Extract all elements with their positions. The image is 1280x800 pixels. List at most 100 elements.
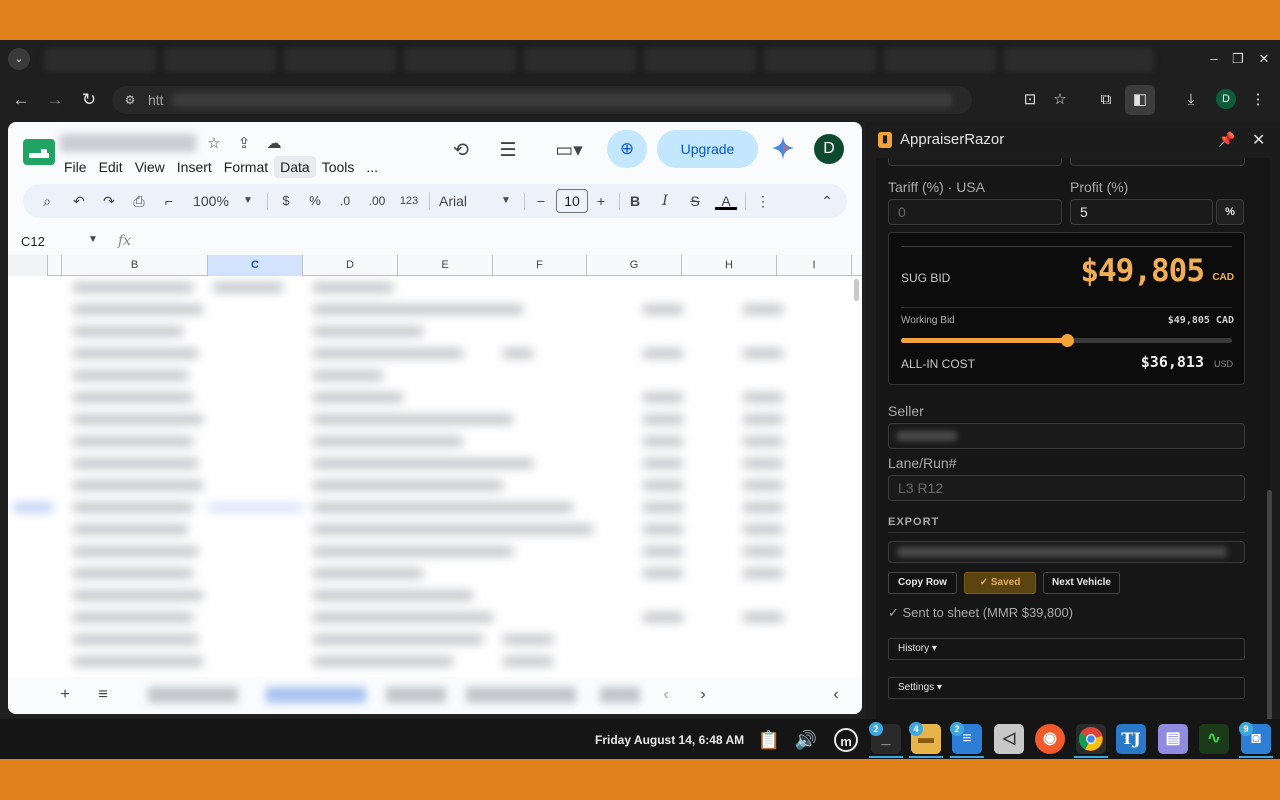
seller-input[interactable] bbox=[888, 423, 1245, 449]
sheet-tab[interactable] bbox=[148, 687, 238, 703]
scroll-tabs-left-icon[interactable]: ‹ bbox=[656, 685, 676, 705]
volume-icon[interactable]: 🔊 bbox=[794, 728, 818, 752]
document-title[interactable] bbox=[60, 134, 196, 152]
font-select[interactable]: Arial bbox=[439, 192, 479, 210]
column-header[interactable]: D bbox=[303, 255, 398, 276]
upgrade-button[interactable]: Upgrade bbox=[657, 130, 758, 168]
minimize-icon[interactable]: – bbox=[1204, 50, 1224, 68]
reload-icon[interactable]: ↻ bbox=[78, 89, 100, 111]
currency-format-button[interactable]: $ bbox=[278, 192, 294, 210]
menu-view[interactable]: View bbox=[129, 156, 171, 178]
column-header[interactable]: G bbox=[587, 255, 682, 276]
collapse-toolbar-icon[interactable]: ⌃ bbox=[819, 192, 835, 210]
clipboard-icon[interactable]: 📋 bbox=[757, 728, 781, 752]
back-arrow-icon[interactable]: ← bbox=[10, 89, 32, 111]
history-collapsible[interactable]: History ▾ bbox=[888, 638, 1245, 660]
system-monitor-app-icon[interactable]: ∿ bbox=[1199, 724, 1229, 754]
column-header[interactable]: F bbox=[493, 255, 587, 276]
version-history-icon[interactable]: ⟲ bbox=[448, 138, 474, 164]
decrease-decimal-button[interactable]: .0 bbox=[333, 192, 357, 210]
grid-vertical-scrollbar[interactable] bbox=[854, 279, 859, 301]
browser-tab[interactable] bbox=[284, 48, 396, 72]
cut-off-field[interactable] bbox=[1070, 158, 1245, 166]
share-button[interactable]: ⊕ bbox=[607, 130, 647, 168]
increase-decimal-button[interactable]: .00 bbox=[363, 192, 391, 210]
sheets-logo-icon[interactable] bbox=[23, 139, 55, 165]
print-icon[interactable]: ⎙ bbox=[129, 192, 149, 210]
tab-search-button[interactable]: ⌄ bbox=[8, 48, 30, 70]
meet-icon[interactable]: ▭▾ bbox=[548, 138, 590, 164]
strikethrough-icon[interactable]: S bbox=[686, 192, 704, 210]
media-app-icon[interactable]: ◁ bbox=[994, 724, 1024, 754]
side-panel-icon[interactable]: ◧ bbox=[1125, 85, 1155, 115]
browser-tab[interactable] bbox=[404, 48, 516, 72]
bookmark-star-icon[interactable]: ☆ bbox=[1049, 89, 1071, 111]
sheet-tab[interactable] bbox=[386, 687, 446, 703]
menu-edit[interactable]: Edit bbox=[93, 156, 129, 178]
star-icon[interactable]: ☆ bbox=[204, 135, 224, 153]
percent-format-button[interactable]: % bbox=[307, 192, 323, 210]
browser-tab[interactable] bbox=[1004, 48, 1154, 72]
mint-menu-icon[interactable]: m bbox=[834, 728, 858, 752]
forward-arrow-icon[interactable]: → bbox=[44, 89, 66, 111]
restore-icon[interactable]: ❐ bbox=[1228, 50, 1248, 68]
browser-tab[interactable] bbox=[644, 48, 756, 72]
explore-collapse-icon[interactable]: ‹ bbox=[826, 685, 846, 705]
browser-menu-icon[interactable]: ⋮ bbox=[1247, 89, 1269, 111]
taskbar-clock[interactable]: Friday August 14, 6:48 AM bbox=[595, 733, 744, 747]
number-format-button[interactable]: 123 bbox=[397, 192, 421, 210]
column-header-a[interactable] bbox=[48, 255, 62, 276]
menu-tools[interactable]: Tools bbox=[316, 156, 361, 178]
name-box-caret-icon[interactable]: ▼ bbox=[88, 234, 98, 245]
scroll-tabs-right-icon[interactable]: › bbox=[693, 685, 713, 705]
all-sheets-icon[interactable]: ≡ bbox=[93, 685, 113, 705]
slider-thumb[interactable] bbox=[1061, 334, 1074, 347]
close-window-icon[interactable]: ✕ bbox=[1254, 50, 1274, 68]
gemini-icon[interactable] bbox=[772, 136, 794, 160]
menu-more[interactable]: ... bbox=[360, 156, 384, 178]
name-box[interactable]: C12 bbox=[21, 234, 45, 249]
panel-scrollbar[interactable] bbox=[1267, 490, 1272, 737]
saved-button[interactable]: ✓ Saved bbox=[964, 572, 1036, 594]
site-info-icon[interactable]: ⚙ bbox=[122, 92, 138, 108]
chrome-app-icon[interactable] bbox=[1076, 724, 1106, 754]
text-app-icon[interactable]: TJ bbox=[1116, 724, 1146, 754]
pin-icon[interactable]: 📌 bbox=[1218, 131, 1235, 148]
italic-icon[interactable]: I bbox=[657, 192, 673, 210]
menu-data[interactable]: Data bbox=[274, 156, 316, 178]
text-color-icon[interactable]: A bbox=[715, 192, 737, 210]
profit-input[interactable]: 5 bbox=[1070, 199, 1213, 225]
browser-tab[interactable] bbox=[884, 48, 996, 72]
lane-run-input[interactable]: L3 R12 bbox=[888, 475, 1245, 501]
extensions-icon[interactable]: ⧉ bbox=[1095, 89, 1117, 111]
column-header-selected[interactable]: C bbox=[208, 255, 303, 276]
more-tools-icon[interactable]: ⋮ bbox=[755, 192, 771, 210]
copy-row-button[interactable]: Copy Row bbox=[888, 572, 957, 594]
menu-file[interactable]: File bbox=[58, 156, 93, 178]
paint-format-icon[interactable]: ⌐ bbox=[159, 192, 179, 210]
font-size-input[interactable]: 10 bbox=[556, 189, 588, 213]
select-all-corner[interactable] bbox=[8, 255, 48, 276]
font-size-increase-icon[interactable]: + bbox=[593, 192, 609, 210]
address-bar[interactable]: ⚙ htt bbox=[112, 86, 972, 114]
font-size-decrease-icon[interactable]: − bbox=[533, 192, 549, 210]
browser-tab[interactable] bbox=[164, 48, 276, 72]
user-avatar[interactable]: D bbox=[814, 134, 844, 164]
font-caret-icon[interactable]: ▼ bbox=[499, 192, 513, 210]
download-icon[interactable]: ⤓ bbox=[1180, 89, 1202, 111]
notes-app-icon[interactable]: ▤ bbox=[1158, 724, 1188, 754]
settings-collapsible[interactable]: Settings ▾ bbox=[888, 677, 1245, 699]
browser-tab[interactable] bbox=[524, 48, 636, 72]
working-bid-slider[interactable] bbox=[901, 334, 1232, 347]
menu-format[interactable]: Format bbox=[218, 156, 274, 178]
screenshot-icon[interactable]: ⊡ bbox=[1019, 89, 1041, 111]
column-header[interactable]: B bbox=[62, 255, 208, 276]
sheet-tab[interactable] bbox=[466, 687, 576, 703]
browser-tab[interactable] bbox=[764, 48, 876, 72]
percent-toggle-button[interactable]: % bbox=[1216, 199, 1244, 225]
column-header[interactable]: I bbox=[777, 255, 852, 276]
column-header[interactable]: E bbox=[398, 255, 493, 276]
column-header[interactable]: H bbox=[682, 255, 777, 276]
move-folder-icon[interactable]: ⇪ bbox=[234, 135, 254, 153]
export-row-field[interactable] bbox=[888, 541, 1245, 563]
